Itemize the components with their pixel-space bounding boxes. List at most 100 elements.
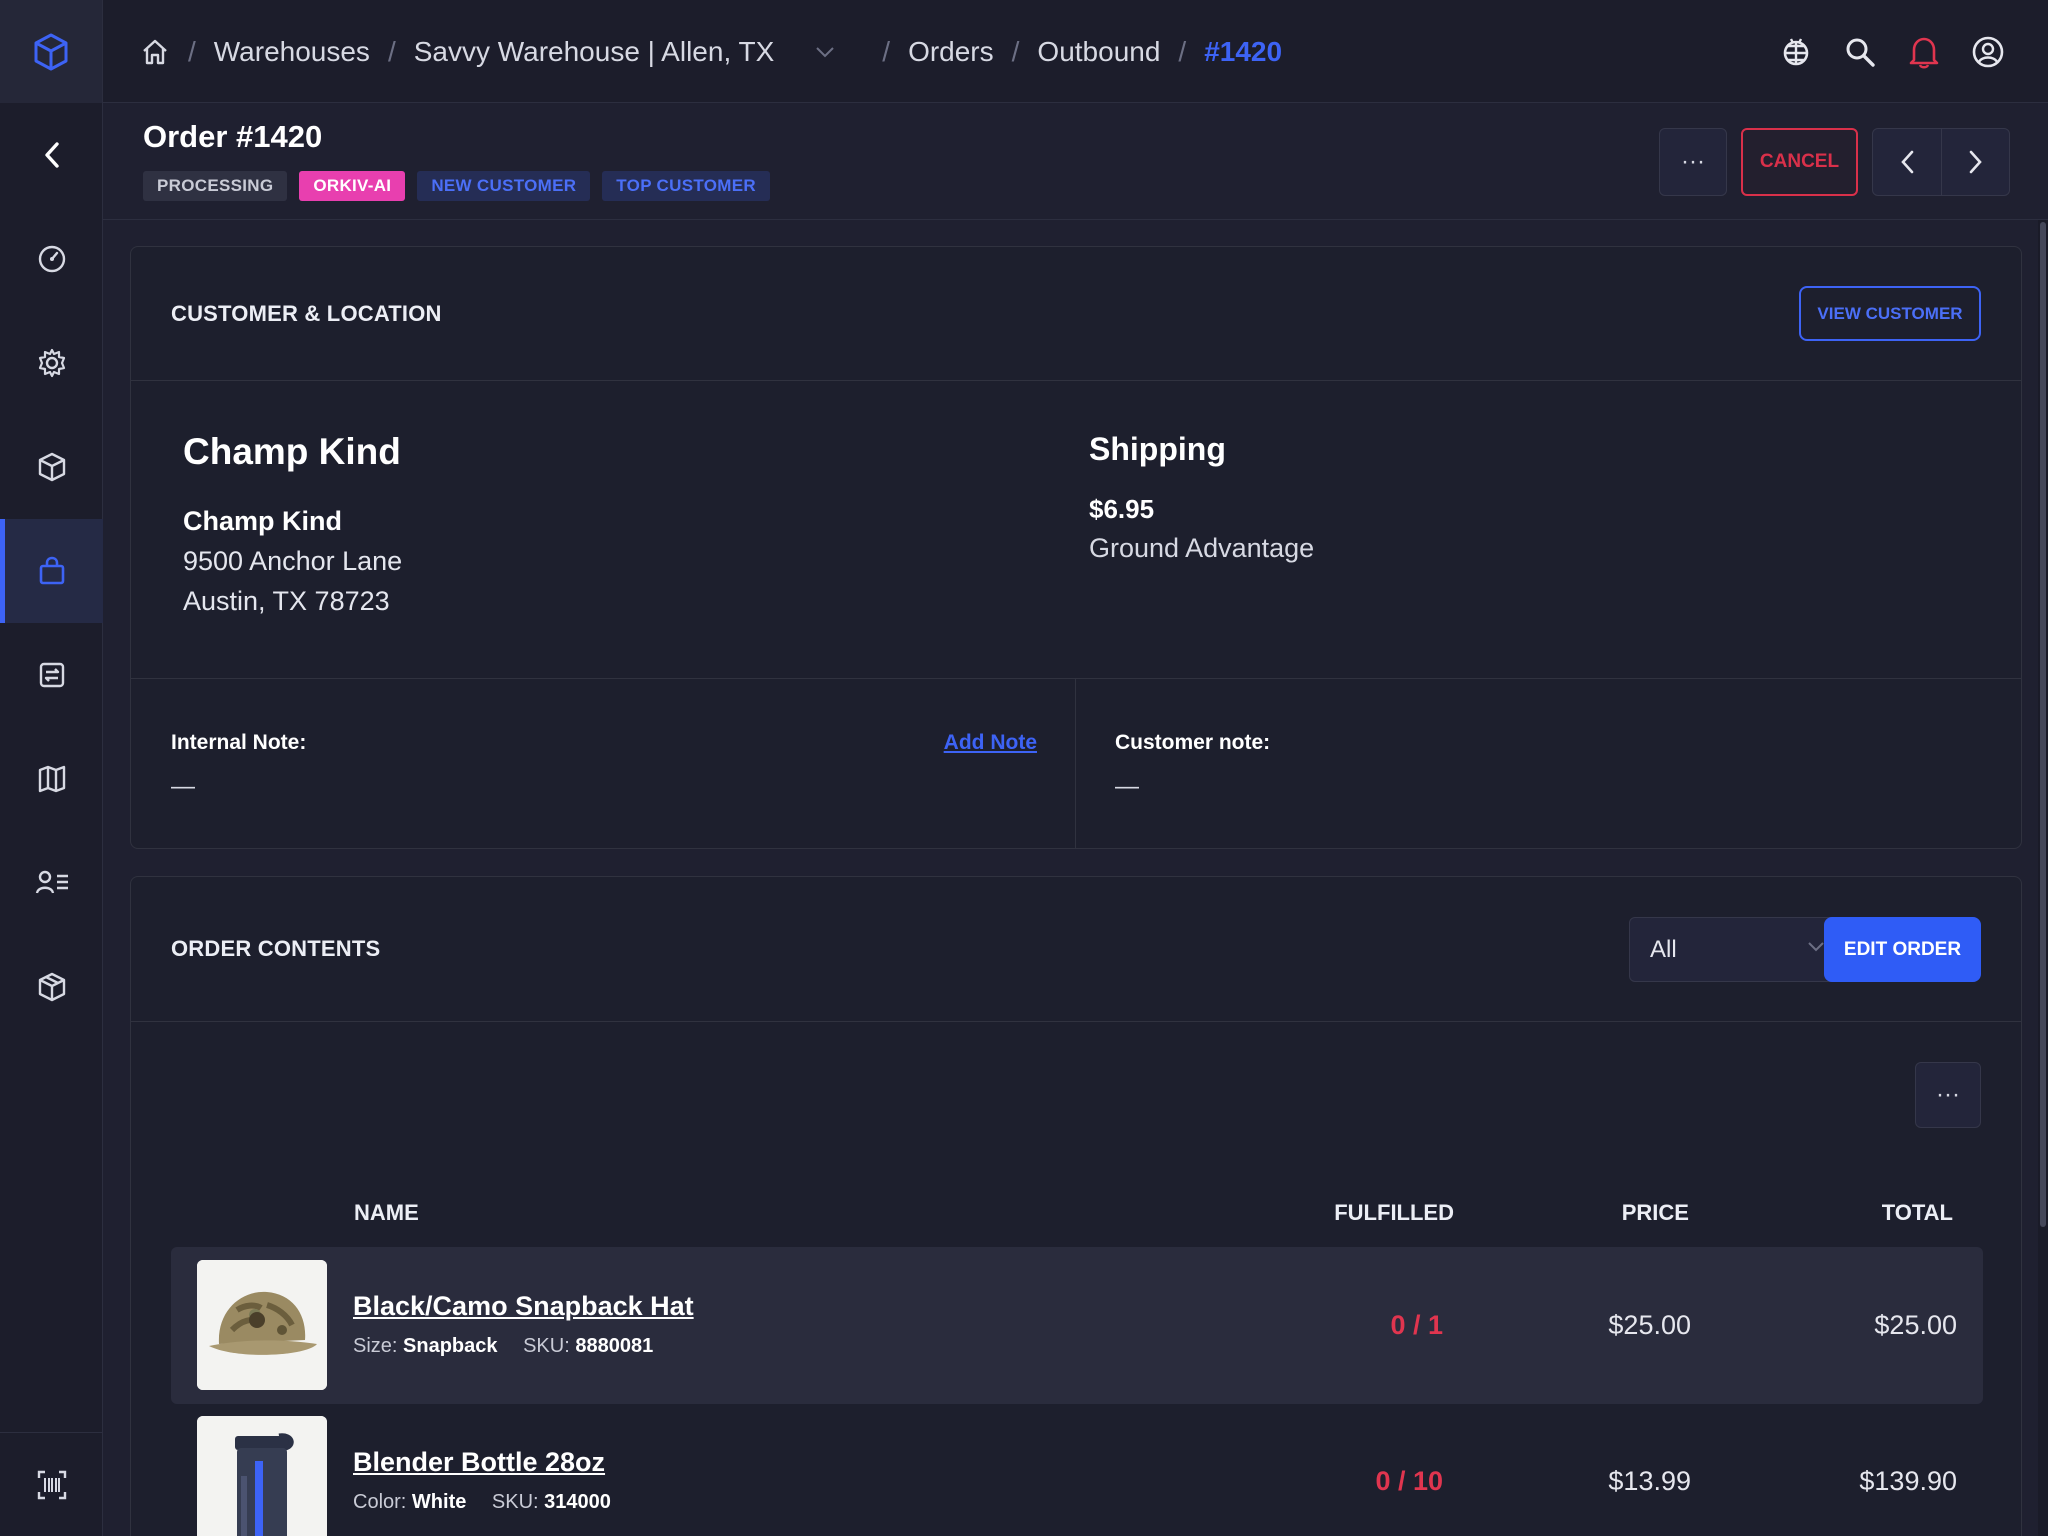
- attr-value: White: [411, 1491, 467, 1513]
- order-items-table: ··· NAME FULFILLED PRICE TOTAL Black/Cam…: [131, 1022, 2021, 1536]
- table-row[interactable]: Blender Bottle 28oz Color: White SKU: 31…: [171, 1403, 1983, 1536]
- view-customer-button[interactable]: VIEW CUSTOMER: [1799, 286, 1981, 341]
- tag-orkiv-ai: ORKIV-AI: [299, 171, 406, 201]
- breadcrumb-warehouses[interactable]: Warehouses: [214, 36, 370, 68]
- chevron-left-icon: [1901, 150, 1914, 174]
- item-name-link[interactable]: Black/Camo Snapback Hat: [353, 1291, 694, 1322]
- page-title: Order #1420: [143, 119, 323, 154]
- card-title: ORDER CONTENTS: [171, 936, 381, 961]
- item-price: $13.99: [1608, 1466, 1691, 1496]
- customer-name: Champ Kind: [183, 431, 401, 472]
- page-header: Order #1420 PROCESSING ORKIV-AI NEW CUST…: [103, 103, 2048, 220]
- customer-address-block: Champ Kind Champ Kind 9500 Anchor Lane A…: [183, 431, 402, 621]
- shipping-heading: Shipping: [1089, 431, 1226, 467]
- item-meta: Color: White SKU: 314000: [353, 1491, 611, 1514]
- chevron-right-icon: [1969, 150, 1982, 174]
- order-tags: PROCESSING ORKIV-AI NEW CUSTOMER TOP CUS…: [143, 171, 770, 201]
- item-name-link[interactable]: Blender Bottle 28oz: [353, 1447, 605, 1478]
- breadcrumb-orders[interactable]: Orders: [908, 36, 994, 68]
- address-line-1: 9500 Anchor Lane: [183, 546, 403, 576]
- customer-note-value: —: [1115, 773, 1139, 800]
- attr-label: Size:: [353, 1335, 398, 1357]
- cube-logo-icon: [34, 33, 68, 70]
- column-header-name: NAME: [354, 1200, 419, 1225]
- item-total: $25.00: [1874, 1310, 1957, 1340]
- transfer-icon: [39, 662, 64, 688]
- item-meta: Size: Snapback SKU: 8880081: [353, 1335, 653, 1358]
- breadcrumb-separator: /: [1178, 35, 1187, 67]
- sku-value: 8880081: [575, 1335, 654, 1357]
- scrollbar-thumb[interactable]: [2040, 222, 2046, 1227]
- home-icon[interactable]: [140, 37, 170, 67]
- column-header-price: PRICE: [1621, 1200, 1689, 1225]
- shopping-bag-icon: [39, 556, 64, 585]
- search-icon[interactable]: [1828, 20, 1892, 84]
- breadcrumb: / Warehouses / Savvy Warehouse | Allen, …: [140, 0, 1282, 103]
- cancel-order-button[interactable]: CANCEL: [1741, 128, 1858, 196]
- sidebar-item-transfers[interactable]: [0, 623, 103, 727]
- internal-note-value: —: [171, 773, 195, 800]
- order-contents-card: ORDER CONTENTS All EDIT ORDER ··· NAME F…: [130, 876, 2022, 1536]
- sidebar-item-packages[interactable]: [0, 935, 103, 1039]
- divider: [1075, 678, 1076, 848]
- card-header: CUSTOMER & LOCATION VIEW CUSTOMER: [131, 247, 2021, 381]
- status-badge: PROCESSING: [143, 171, 288, 201]
- sku-label: SKU:: [523, 1335, 570, 1357]
- user-account-icon[interactable]: [1956, 20, 2020, 84]
- attr-label: Color:: [353, 1491, 407, 1513]
- collapse-sidebar-button[interactable]: [0, 103, 103, 207]
- sidebar-rail: [0, 103, 103, 1536]
- fulfilled-count: 0 / 10: [1375, 1466, 1443, 1496]
- breadcrumb-separator: /: [882, 35, 891, 67]
- warehouse-dropdown-chevron-icon[interactable]: [814, 45, 836, 59]
- customer-location-card: CUSTOMER & LOCATION VIEW CUSTOMER Champ …: [130, 246, 2022, 849]
- tag-top-customer: TOP CUSTOMER: [602, 171, 770, 201]
- breadcrumb-separator: /: [188, 35, 196, 67]
- next-order-button[interactable]: [1941, 129, 2009, 195]
- internal-note-label: Internal Note:: [171, 731, 307, 754]
- column-header-total: TOTAL: [1881, 1200, 1953, 1225]
- tag-new-customer: NEW CUSTOMER: [417, 171, 591, 201]
- product-image-bottle: [197, 1416, 327, 1536]
- sidebar-item-products[interactable]: [0, 415, 103, 519]
- address-line-2: Austin, TX 78723: [183, 586, 390, 616]
- shipping-price: $6.95: [1089, 494, 1155, 524]
- filter-select-value: All: [1650, 935, 1677, 963]
- table-row[interactable]: Black/Camo Snapback Hat Size: Snapback S…: [171, 1247, 1983, 1404]
- notification-bell-icon[interactable]: [1892, 20, 1956, 84]
- sidebar-item-customers[interactable]: [0, 831, 103, 935]
- add-note-link[interactable]: Add Note: [944, 731, 1037, 755]
- previous-order-button[interactable]: [1873, 129, 1941, 195]
- more-actions-button[interactable]: ···: [1659, 128, 1727, 196]
- order-pager: [1872, 128, 2010, 196]
- item-total: $139.90: [1859, 1466, 1957, 1496]
- column-header-fulfilled: FULFILLED: [1334, 1200, 1454, 1225]
- shipping-method: Ground Advantage: [1089, 533, 1315, 563]
- shipping-block: Shipping $6.95 Ground Advantage: [1089, 431, 1314, 564]
- app-logo[interactable]: [0, 0, 103, 103]
- attr-value: Snapback: [403, 1335, 498, 1357]
- sidebar-item-scanner[interactable]: [0, 1432, 103, 1536]
- breadcrumb-warehouse[interactable]: Savvy Warehouse | Allen, TX: [414, 36, 775, 68]
- breadcrumb-separator: /: [1011, 35, 1020, 67]
- speedometer-icon: [38, 245, 65, 273]
- sidebar-item-orders[interactable]: [0, 519, 103, 623]
- gear-icon: [38, 348, 65, 378]
- table-more-button[interactable]: ···: [1915, 1062, 1981, 1128]
- top-actions: [1764, 0, 2020, 103]
- bug-report-icon[interactable]: [1764, 20, 1828, 84]
- sidebar-item-dashboard[interactable]: [0, 207, 103, 311]
- header-actions: ··· CANCEL: [1659, 128, 2010, 196]
- filter-select[interactable]: All: [1629, 917, 1851, 982]
- breadcrumb-outbound[interactable]: Outbound: [1037, 36, 1160, 68]
- top-bar: / Warehouses / Savvy Warehouse | Allen, …: [0, 0, 2048, 103]
- map-icon: [38, 765, 65, 793]
- card-header: ORDER CONTENTS All EDIT ORDER: [131, 877, 2021, 1022]
- edit-order-button[interactable]: EDIT ORDER: [1824, 917, 1981, 982]
- sidebar-item-settings[interactable]: [0, 311, 103, 415]
- sku-value: 314000: [544, 1491, 611, 1513]
- item-price: $25.00: [1608, 1310, 1691, 1340]
- sidebar-item-locations[interactable]: [0, 727, 103, 831]
- user-list-icon: [35, 870, 68, 894]
- barcode-scan-icon: [37, 1470, 66, 1499]
